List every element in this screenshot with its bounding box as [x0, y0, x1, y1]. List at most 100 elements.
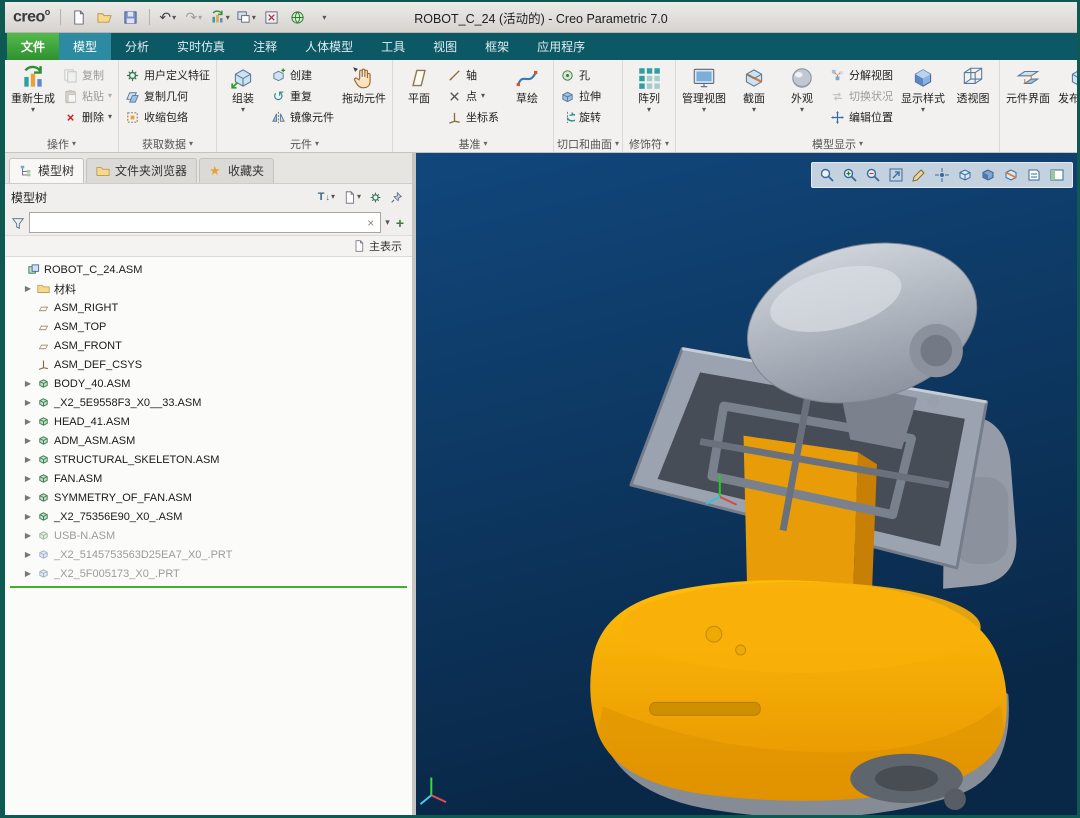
expand-arrow-icon[interactable]: ▶: [23, 379, 33, 388]
paste-button[interactable]: 粘贴▾: [60, 86, 115, 106]
tree-item[interactable]: ▶HEAD_41.ASM: [5, 412, 412, 431]
expand-arrow-icon[interactable]: ▶: [23, 569, 33, 578]
zoom-window-button[interactable]: [818, 166, 836, 184]
redo-button[interactable]: ↷▾: [182, 6, 206, 28]
customize-qat-button[interactable]: ▾: [312, 6, 336, 28]
assemble-button[interactable]: 组装 ▾: [220, 62, 266, 131]
tree-item[interactable]: ▶FAN.ASM: [5, 469, 412, 488]
section-button[interactable]: 截面 ▾: [731, 62, 777, 131]
tree-item[interactable]: ▱ASM_TOP: [5, 317, 412, 336]
spin-center-button[interactable]: [933, 166, 951, 184]
edit-position-button[interactable]: 编辑位置: [827, 107, 896, 127]
datum-csys-button[interactable]: 坐标系: [444, 107, 502, 127]
drag-components-button[interactable]: 拖动元件: [339, 62, 389, 131]
new-file-button[interactable]: [67, 6, 91, 28]
expand-arrow-icon[interactable]: ▶: [23, 398, 33, 407]
tree-item[interactable]: ▶材料: [5, 279, 412, 298]
browser-button[interactable]: [286, 6, 310, 28]
regenerate-button[interactable]: 重新生成 ▾: [8, 62, 58, 131]
group-label-model-display[interactable]: 模型显示▾: [679, 135, 996, 152]
exploded-view-button[interactable]: 分解视图: [827, 65, 896, 85]
save-button[interactable]: [119, 6, 143, 28]
open-button[interactable]: [93, 6, 117, 28]
tab-manikin[interactable]: 人体模型: [291, 33, 367, 60]
group-label-get-data[interactable]: 获取数据▾: [122, 135, 213, 152]
close-window-button[interactable]: [260, 6, 284, 28]
saved-orientations-button[interactable]: [956, 166, 974, 184]
zoom-in-button[interactable]: [841, 166, 859, 184]
pin-panel-button[interactable]: [387, 189, 406, 206]
tree-item-suppressed[interactable]: ▶_X2_5145753563D25EA7_X0_.PRT: [5, 545, 412, 564]
section-toggle-button[interactable]: [1002, 166, 1020, 184]
expand-arrow-icon[interactable]: ▶: [23, 512, 33, 521]
display-style-toggle-button[interactable]: [979, 166, 997, 184]
group-label-datum[interactable]: 基准▾: [396, 135, 550, 152]
add-filter-button[interactable]: +: [394, 215, 406, 231]
tab-favorites[interactable]: ★ 收藏夹: [199, 158, 274, 183]
create-component-button[interactable]: 创建: [268, 65, 337, 85]
clear-search-icon[interactable]: ×: [365, 216, 376, 230]
datum-axis-button[interactable]: 轴: [444, 65, 502, 85]
pattern-button[interactable]: 阵列 ▾: [626, 62, 672, 131]
extrude-button[interactable]: 拉伸: [557, 86, 604, 106]
graphics-toolbar-options-button[interactable]: [1048, 166, 1066, 184]
regenerate-quick-button[interactable]: ▾: [208, 6, 232, 28]
copy-button[interactable]: 复制: [60, 65, 115, 85]
tab-model[interactable]: 模型: [59, 33, 111, 60]
tab-framework[interactable]: 框架: [471, 33, 523, 60]
tab-annotate[interactable]: 注释: [239, 33, 291, 60]
appearance-button[interactable]: 外观 ▾: [779, 62, 825, 131]
tree-item[interactable]: ▶_X2_5E9558F3_X0__33.ASM: [5, 393, 412, 412]
tab-analysis[interactable]: 分析: [111, 33, 163, 60]
group-label-model-intent[interactable]: 模型意图▾: [1003, 135, 1077, 152]
undo-button[interactable]: ↶▾: [156, 6, 180, 28]
search-dropdown-caret[interactable]: ▾: [385, 217, 390, 228]
tab-live-simulation[interactable]: 实时仿真: [163, 33, 239, 60]
expand-arrow-icon[interactable]: ▶: [23, 436, 33, 445]
windows-button[interactable]: ▾: [234, 6, 258, 28]
expand-arrow-icon[interactable]: ▶: [23, 455, 33, 464]
annotations-button[interactable]: [1025, 166, 1043, 184]
insert-here-indicator[interactable]: [10, 586, 407, 588]
expand-arrow-icon[interactable]: ▶: [23, 550, 33, 559]
tab-applications[interactable]: 应用程序: [523, 33, 599, 60]
expand-arrow-icon[interactable]: ▶: [23, 474, 33, 483]
tab-tools[interactable]: 工具: [367, 33, 419, 60]
hole-button[interactable]: 孔: [557, 65, 604, 85]
tree-item-root[interactable]: ROBOT_C_24.ASM: [5, 260, 412, 279]
tab-folder-browser[interactable]: 文件夹浏览器: [86, 158, 197, 183]
expand-arrow-icon[interactable]: ▶: [23, 493, 33, 502]
switch-status-button[interactable]: 切换状况: [827, 86, 896, 106]
tab-file[interactable]: 文件: [7, 33, 59, 60]
sketch-button[interactable]: 草绘: [504, 62, 550, 131]
component-interface-button[interactable]: 元件界面: [1003, 62, 1053, 131]
publish-geometry-button[interactable]: 发布几何: [1055, 62, 1077, 131]
tab-model-tree[interactable]: 模型树: [9, 158, 84, 183]
tree-item[interactable]: ▶STRUCTURAL_SKELETON.ASM: [5, 450, 412, 469]
copy-geometry-button[interactable]: 复制几何: [122, 86, 213, 106]
tree-item-suppressed[interactable]: ▶USB-N.ASM: [5, 526, 412, 545]
tree-item[interactable]: ▱ASM_FRONT: [5, 336, 412, 355]
refit-button[interactable]: [887, 166, 905, 184]
repeat-button[interactable]: ↺重复: [268, 86, 337, 106]
tree-settings-button[interactable]: [366, 189, 385, 206]
shrinkwrap-button[interactable]: 收缩包络: [122, 107, 213, 127]
expand-arrow-icon[interactable]: ▶: [23, 284, 33, 293]
udf-button[interactable]: 用户定义特征: [122, 65, 213, 85]
tree-search-box[interactable]: ×: [29, 212, 381, 233]
datum-plane-button[interactable]: 平面: [396, 62, 442, 131]
datum-point-button[interactable]: 点▾: [444, 86, 502, 106]
group-label-component[interactable]: 元件▾: [220, 135, 389, 152]
tree-filter-button[interactable]: T↓▾: [315, 189, 338, 205]
tree-item[interactable]: ASM_DEF_CSYS: [5, 355, 412, 374]
display-style-button[interactable]: 显示样式 ▾: [898, 62, 948, 131]
group-label-modifiers[interactable]: 修饰符▾: [626, 135, 672, 152]
tree-item[interactable]: ▶BODY_40.ASM: [5, 374, 412, 393]
tree-item[interactable]: ▶_X2_75356E90_X0_.ASM: [5, 507, 412, 526]
group-label-cut-surface[interactable]: 切口和曲面▾: [557, 135, 619, 152]
tab-view[interactable]: 视图: [419, 33, 471, 60]
mirror-component-button[interactable]: 镜像元件: [268, 107, 337, 127]
robot-3d-model[interactable]: [416, 153, 1077, 815]
tree-item[interactable]: ▶ADM_ASM.ASM: [5, 431, 412, 450]
expand-arrow-icon[interactable]: ▶: [23, 531, 33, 540]
